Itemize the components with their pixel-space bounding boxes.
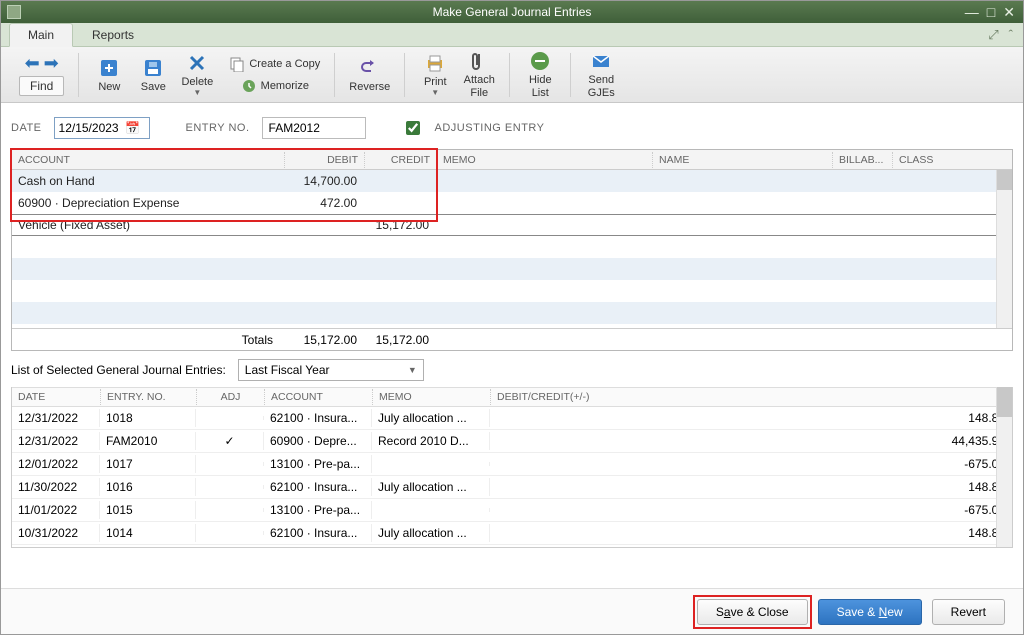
collapse-icon[interactable]: ˆ [1009,27,1013,43]
totals-row: Totals 15,172.00 15,172.00 [12,328,1012,350]
col-debit[interactable]: DEBIT [284,152,364,168]
delete-dropdown-icon[interactable]: ▼ [193,88,201,97]
attach-icon [468,50,490,72]
entry-no-label: ENTRY NO. [186,122,250,134]
grid-row-empty[interactable] [12,236,1012,258]
grid-body[interactable]: Cash on Hand 14,700.00 60900 · Depreciat… [12,170,1012,328]
adjusting-label: ADJUSTING ENTRY [435,122,545,134]
save-icon [142,57,164,79]
tab-main[interactable]: Main [9,23,73,47]
totals-label: Totals [12,331,284,349]
document-header: DATE 📅 ENTRY NO. ADJUSTING ENTRY [1,103,1023,149]
col-credit[interactable]: CREDIT [364,152,436,168]
save-new-button[interactable]: Save & New [818,599,922,625]
prev-arrow-icon[interactable]: ⬅ [25,53,40,74]
list-section: List of Selected General Journal Entries… [1,351,1023,548]
hide-list-icon [529,50,551,72]
journal-window: Make General Journal Entries — □ ✕ Main … [0,0,1024,635]
col-class[interactable]: CLASS [892,152,1012,168]
list-title: List of Selected General Journal Entries… [11,363,226,377]
expand-icon[interactable]: ⤢ [988,27,998,43]
new-icon [98,57,120,79]
toolbar: ⬅ ➡ Find New Save [1,47,1023,103]
system-menu-icon[interactable] [7,5,21,19]
grid-row-empty[interactable] [12,258,1012,280]
next-arrow-icon[interactable]: ➡ [44,53,59,74]
list-scrollbar[interactable] [996,387,1012,547]
print-icon [424,52,446,74]
lcol-dc[interactable]: DEBIT/CREDIT(+/-) [490,389,1012,405]
journal-grid: ACCOUNT DEBIT CREDIT MEMO NAME BILLAB...… [11,149,1013,351]
grid-row[interactable]: Cash on Hand 14,700.00 [12,170,1012,192]
new-button[interactable]: New [87,55,131,95]
find-button[interactable]: ⬅ ➡ Find [13,51,70,98]
grid-scrollbar[interactable] [996,170,1012,328]
print-dropdown-icon[interactable]: ▼ [431,88,439,97]
minimize-icon[interactable]: — [965,4,979,20]
adjusting-checkbox[interactable] [406,121,420,135]
tab-reports[interactable]: Reports [73,23,153,46]
ribbon-tabs: Main Reports ⤢ ˆ [1,23,1023,47]
window-title: Make General Journal Entries [433,5,592,19]
titlebar: Make General Journal Entries — □ ✕ [1,1,1023,23]
list-body[interactable]: 12/31/2022101862100 · Insura...July allo… [12,407,1012,547]
list-row[interactable]: 11/30/2022101662100 · Insura...July allo… [12,476,1012,499]
close-icon[interactable]: ✕ [1003,4,1015,21]
lcol-entry[interactable]: ENTRY. NO. [100,389,196,405]
list-row[interactable]: 10/31/2022101462100 · Insura...July allo… [12,522,1012,545]
revert-button[interactable]: Revert [932,599,1005,625]
grid-row[interactable]: 60900 · Depreciation Expense 472.00 [12,192,1012,214]
send-gjes-button[interactable]: Send GJEs [579,48,623,100]
list-row[interactable]: 11/01/2022101513100 · Pre-pa...-675.00 [12,499,1012,522]
lcol-memo[interactable]: MEMO [372,389,490,405]
lcol-date[interactable]: DATE [12,389,100,405]
list-row[interactable]: 12/31/2022FAM2010✓60900 · Depre...Record… [12,430,1012,453]
send-icon [590,50,612,72]
maximize-icon[interactable]: □ [987,4,995,20]
date-input[interactable] [55,119,125,137]
grid-row-empty[interactable] [12,302,1012,324]
list-grid: DATE ENTRY. NO. ADJ ACCOUNT MEMO DEBIT/C… [11,387,1013,548]
delete-icon [186,52,208,74]
col-account[interactable]: ACCOUNT [12,152,284,168]
totals-credit: 15,172.00 [364,331,436,349]
grid-row[interactable]: Vehicle (Fixed Asset) 15,172.00 [12,214,1012,236]
date-label: DATE [11,122,42,134]
save-button[interactable]: Save [131,55,175,95]
calendar-icon[interactable]: 📅 [125,121,141,135]
entry-no-input[interactable] [262,117,366,139]
dropdown-icon: ▼ [408,365,417,375]
col-memo[interactable]: MEMO [436,152,652,168]
totals-debit: 15,172.00 [284,331,364,349]
list-row[interactable]: 12/31/2022101862100 · Insura...July allo… [12,407,1012,430]
reverse-icon [359,57,381,79]
reverse-button[interactable]: Reverse [343,55,396,95]
filter-dropdown[interactable]: Last Fiscal Year ▼ [238,359,424,381]
lcol-adj[interactable]: ADJ [196,389,264,405]
hide-list-button[interactable]: Hide List [518,48,562,100]
footer: Save & Close Save & New Revert [1,588,1023,634]
col-name[interactable]: NAME [652,152,832,168]
create-copy-button[interactable]: Create a Copy [223,54,326,74]
copy-icon [229,56,245,72]
memorize-button[interactable]: Memorize [223,76,326,96]
save-close-button[interactable]: Save & Close [697,599,808,625]
delete-button[interactable]: Delete ▼ [175,50,219,99]
col-billable[interactable]: BILLAB... [832,152,892,168]
memorize-icon [241,78,257,94]
find-label[interactable]: Find [19,76,64,96]
print-button[interactable]: Print ▼ [413,50,457,99]
date-field[interactable]: 📅 [54,117,150,139]
attach-button[interactable]: Attach File [457,48,501,100]
lcol-account[interactable]: ACCOUNT [264,389,372,405]
list-row[interactable]: 12/01/2022101713100 · Pre-pa...-675.00 [12,453,1012,476]
grid-row-empty[interactable] [12,280,1012,302]
